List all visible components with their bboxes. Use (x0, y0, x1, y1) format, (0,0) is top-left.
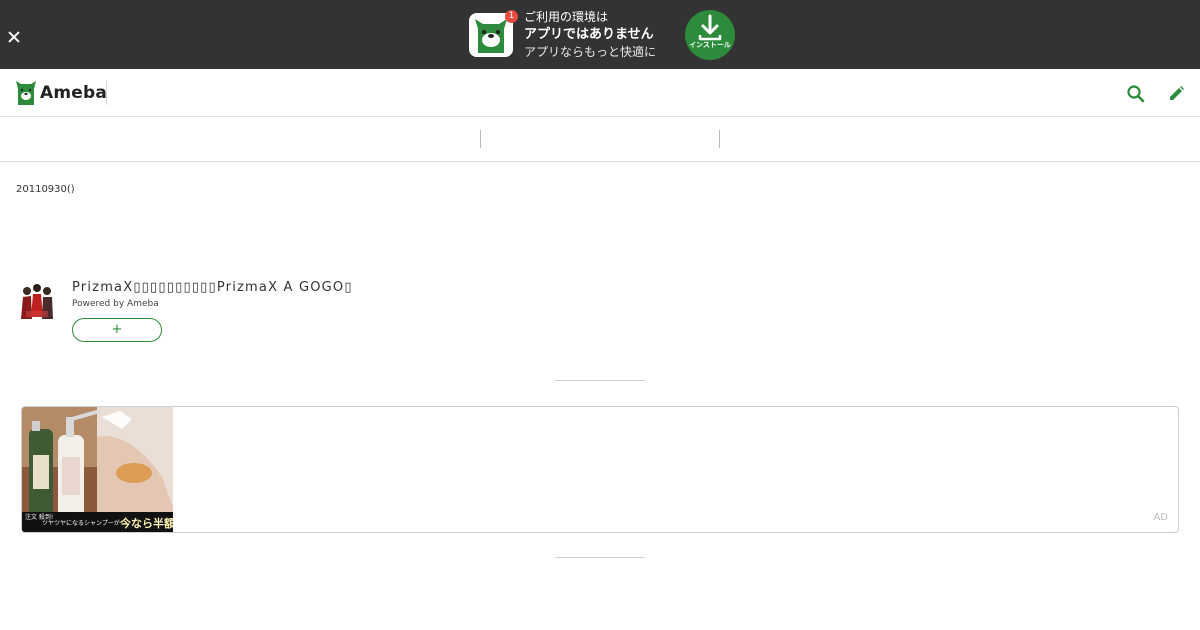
ad-image: 注文 殺到! ツヤツヤになるシャンプーが 今なら半額! (22, 407, 173, 532)
header-divider (106, 81, 107, 105)
banner-line-2: アプリではありません (524, 27, 654, 42)
divider (555, 557, 645, 558)
ad-caption-mid: ツヤツヤになるシャンプーが (42, 520, 120, 527)
ameba-mascot-icon (16, 81, 36, 105)
ad-caption-big: 今なら半額! (120, 517, 173, 530)
banner-line-3: アプリならもっと快適に (524, 45, 657, 59)
banner-line-1: ご利用の環境は (524, 10, 609, 24)
ameba-logo[interactable]: Ameba (16, 79, 107, 107)
entry-date: 20110930() (16, 184, 75, 195)
search-icon[interactable] (1126, 84, 1146, 104)
ad-caption: 注文 殺到! ツヤツヤになるシャンプーが 今なら半額! (22, 512, 173, 532)
ad-banner[interactable]: 注文 殺到! ツヤツヤになるシャンプーが 今なら半額! AD (21, 406, 1179, 533)
divider (555, 380, 645, 381)
site-header: Ameba (0, 69, 1200, 117)
logo-text: Ameba (40, 83, 108, 103)
powered-by-text: Powered by Ameba (72, 299, 159, 309)
app-install-banner: 1 ご利用の環境は アプリではありません アプリならもっと快適に インストール (0, 0, 1200, 69)
ad-label: AD (1153, 512, 1168, 523)
tab-1[interactable] (0, 117, 480, 161)
tab-2[interactable] (481, 117, 719, 161)
pencil-icon[interactable] (1166, 84, 1186, 104)
blog-avatar[interactable] (18, 281, 56, 321)
download-icon (698, 14, 722, 41)
install-label: インストール (689, 41, 731, 49)
banner-message: ご利用の環境は アプリではありません アプリならもっと快適に (524, 9, 656, 61)
notification-badge: 1 (505, 10, 518, 23)
blog-nav-tabs (0, 117, 1200, 162)
tab-3[interactable] (720, 117, 1200, 161)
follow-button[interactable]: + (72, 318, 162, 342)
ad-caption-small: 注文 殺到! (25, 514, 54, 521)
close-icon[interactable] (5, 28, 23, 46)
blog-title-link[interactable]: PrizmaX▯▯▯▯▯▯▯▯▯▯PrizmaX A GOGO▯ (72, 280, 353, 295)
install-button[interactable]: インストール (685, 10, 735, 60)
